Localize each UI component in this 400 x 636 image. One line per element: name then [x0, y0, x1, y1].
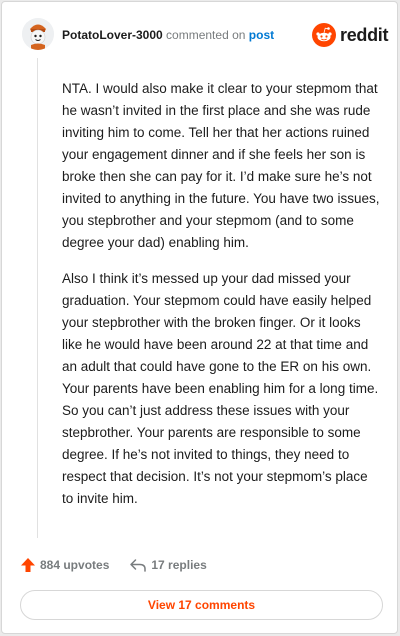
reddit-logo[interactable]: reddit [312, 22, 389, 48]
upvote-count: 884 upvotes [40, 558, 110, 572]
avatar-icon [22, 18, 54, 50]
avatar[interactable] [22, 18, 54, 50]
replies-count: 17 replies [151, 558, 207, 572]
view-comments-button[interactable]: View 17 comments [20, 590, 383, 620]
replies-button[interactable]: 17 replies [129, 558, 207, 572]
username-link[interactable]: PotatoLover-3000 [62, 28, 163, 42]
comment-paragraph-2: Also I think it’s messed up your dad mis… [62, 271, 379, 506]
comment-card: PotatoLover-3000 commented on post reddi… [1, 1, 398, 634]
reddit-wordmark: reddit [340, 24, 389, 45]
reply-arrow-icon [130, 559, 147, 572]
upvote-arrow-icon [21, 558, 35, 572]
post-link[interactable]: post [249, 28, 274, 42]
reddit-logo-icon [312, 23, 336, 47]
action-text: commented on [166, 28, 246, 42]
comment-header: PotatoLover-3000 commented on post [62, 28, 274, 42]
comment-body: NTA. I would also make it clear to your … [62, 78, 382, 524]
upvote-button[interactable]: 884 upvotes [20, 557, 109, 573]
comment-footer: 884 upvotes 17 replies [20, 555, 207, 575]
comment-paragraph-1: NTA. I would also make it clear to your … [62, 81, 380, 250]
thread-line[interactable] [37, 58, 38, 538]
